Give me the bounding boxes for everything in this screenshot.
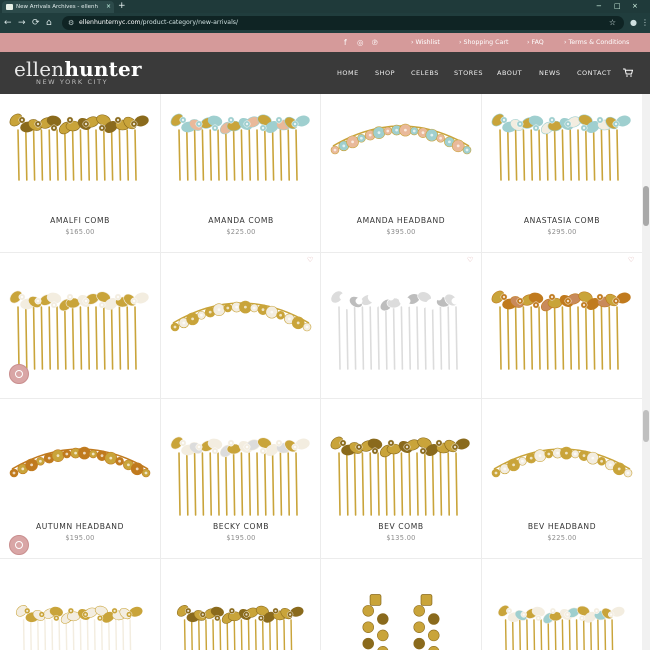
product-card[interactable]: ♡ bbox=[321, 253, 481, 398]
product-grid: AMALFI COMB $165.00 AMANDA COMB $225.00 AMAN… bbox=[0, 94, 642, 650]
address-bar[interactable]: ⚙ ellenhunternyc.com/product-category/ne… bbox=[62, 16, 624, 30]
product-image[interactable] bbox=[482, 96, 642, 196]
product-name[interactable]: AUTUMN HEADBAND bbox=[0, 522, 160, 531]
product-image[interactable] bbox=[0, 409, 160, 529]
product-price: $135.00 bbox=[386, 534, 416, 542]
nav-stores[interactable]: STORES bbox=[454, 52, 483, 94]
product-card[interactable] bbox=[321, 559, 481, 650]
product-card[interactable]: AMANDA COMB $225.00 bbox=[161, 94, 321, 252]
product-name[interactable]: BEV HEADBAND bbox=[482, 522, 642, 531]
profile-icon[interactable]: ● bbox=[630, 16, 637, 30]
product-name[interactable]: AMANDA HEADBAND bbox=[321, 216, 481, 225]
shopping-cart-link[interactable]: › Shopping Cart bbox=[459, 33, 508, 52]
product-card[interactable]: ANASTASIA COMB $295.00 bbox=[482, 94, 642, 252]
scrollbar-thumb[interactable] bbox=[643, 186, 649, 226]
product-card[interactable] bbox=[482, 559, 642, 650]
product-image[interactable] bbox=[161, 589, 321, 650]
product-image[interactable] bbox=[161, 96, 321, 196]
product-image[interactable] bbox=[321, 263, 481, 383]
product-image[interactable] bbox=[321, 96, 481, 196]
wishlist-heart-icon[interactable]: ♡ bbox=[467, 256, 473, 264]
favicon-icon bbox=[6, 4, 13, 10]
browser-tabstrip: New Arrivals Archives - ellenh × + − □ × bbox=[0, 0, 650, 13]
chat-badge-glyph bbox=[15, 541, 23, 549]
site-topbar: f ◎ ℗ › Wishlist › Shopping Cart › FAQ ›… bbox=[0, 33, 650, 52]
site-logo[interactable]: ellenhunter bbox=[14, 58, 142, 80]
product-card[interactable]: ♡ bbox=[161, 253, 321, 398]
product-card[interactable]: ♡ bbox=[482, 253, 642, 398]
product-price: $225.00 bbox=[547, 534, 577, 542]
product-image[interactable] bbox=[161, 409, 321, 529]
product-price: $165.00 bbox=[65, 228, 95, 236]
product-card[interactable]: BECKY COMB $195.00 bbox=[161, 399, 321, 558]
close-window-button[interactable]: × bbox=[632, 0, 638, 12]
product-image[interactable] bbox=[482, 263, 642, 383]
wishlist-heart-icon[interactable]: ♡ bbox=[628, 256, 634, 264]
nav-news[interactable]: NEWS bbox=[539, 52, 561, 94]
product-name[interactable]: BEV COMB bbox=[321, 522, 481, 531]
nav-celebs[interactable]: CELEBS bbox=[411, 52, 439, 94]
page-scrollbar[interactable] bbox=[642, 94, 650, 650]
chat-badge-icon[interactable] bbox=[9, 535, 29, 555]
wishlist-link[interactable]: › Wishlist bbox=[411, 33, 440, 52]
reload-button[interactable]: ⟳ bbox=[32, 16, 40, 30]
product-image[interactable] bbox=[321, 589, 481, 650]
product-name[interactable]: ANASTASIA COMB bbox=[482, 216, 642, 225]
maximize-button[interactable]: □ bbox=[614, 0, 621, 12]
product-price: $395.00 bbox=[386, 228, 416, 236]
home-button[interactable]: ⌂ bbox=[46, 16, 52, 30]
product-image[interactable] bbox=[482, 409, 642, 529]
instagram-icon[interactable]: ◎ bbox=[357, 33, 364, 52]
product-image[interactable] bbox=[0, 589, 160, 650]
product-card[interactable] bbox=[0, 253, 160, 398]
product-card[interactable]: AUTUMN HEADBAND $195.00 bbox=[0, 399, 160, 558]
nav-about[interactable]: ABOUT bbox=[497, 52, 522, 94]
browser-toolbar: ← → ⟳ ⌂ ⚙ ellenhunternyc.com/product-cat… bbox=[0, 13, 650, 33]
browser-tab[interactable]: New Arrivals Archives - ellenh × bbox=[2, 1, 114, 13]
bookmark-star-icon[interactable]: ☆ bbox=[609, 16, 616, 30]
product-card[interactable]: BEV HEADBAND $225.00 bbox=[482, 399, 642, 558]
terms-link[interactable]: › Terms & Conditions bbox=[564, 33, 629, 52]
minimize-button[interactable]: − bbox=[596, 0, 602, 12]
tab-close-icon[interactable]: × bbox=[106, 1, 111, 13]
new-tab-button[interactable]: + bbox=[118, 0, 126, 12]
product-name[interactable]: BECKY COMB bbox=[161, 522, 321, 531]
product-image[interactable] bbox=[161, 263, 321, 383]
facebook-icon[interactable]: f bbox=[344, 33, 347, 52]
product-price: $195.00 bbox=[226, 534, 256, 542]
wishlist-heart-icon[interactable]: ♡ bbox=[307, 256, 313, 264]
cart-icon[interactable] bbox=[623, 68, 633, 77]
site-info-icon[interactable]: ⚙ bbox=[68, 17, 74, 29]
chat-badge-icon[interactable] bbox=[9, 364, 29, 384]
nav-contact[interactable]: CONTACT bbox=[577, 52, 611, 94]
chat-badge-glyph bbox=[15, 370, 23, 378]
product-image[interactable] bbox=[482, 589, 642, 650]
product-card[interactable]: AMANDA HEADBAND $395.00 bbox=[321, 94, 481, 252]
product-card[interactable] bbox=[161, 559, 321, 650]
logo-subtitle: NEW YORK CITY bbox=[36, 78, 109, 86]
product-card[interactable]: BEV COMB $135.00 bbox=[321, 399, 481, 558]
product-image[interactable] bbox=[321, 409, 481, 529]
product-price: $295.00 bbox=[547, 228, 577, 236]
product-card[interactable]: AMALFI COMB $165.00 bbox=[0, 94, 160, 252]
product-name[interactable]: AMALFI COMB bbox=[0, 216, 160, 225]
browser-menu-icon[interactable]: ⋮ bbox=[641, 16, 649, 30]
back-button[interactable]: ← bbox=[4, 16, 12, 30]
site-header: ellenhunter NEW YORK CITY HOME SHOP CELE… bbox=[0, 52, 650, 94]
product-price: $225.00 bbox=[226, 228, 256, 236]
tab-title: New Arrivals Archives - ellenh bbox=[16, 4, 98, 10]
nav-shop[interactable]: SHOP bbox=[375, 52, 395, 94]
product-image[interactable] bbox=[0, 96, 160, 196]
product-name[interactable]: AMANDA COMB bbox=[161, 216, 321, 225]
nav-home[interactable]: HOME bbox=[337, 52, 359, 94]
url-text: ellenhunternyc.com/product-category/new-… bbox=[79, 19, 239, 26]
scrollbar-thumb-secondary[interactable] bbox=[643, 410, 649, 442]
faq-link[interactable]: › FAQ bbox=[527, 33, 544, 52]
pinterest-icon[interactable]: ℗ bbox=[371, 33, 379, 52]
forward-button[interactable]: → bbox=[18, 16, 26, 30]
product-card[interactable] bbox=[0, 559, 160, 650]
